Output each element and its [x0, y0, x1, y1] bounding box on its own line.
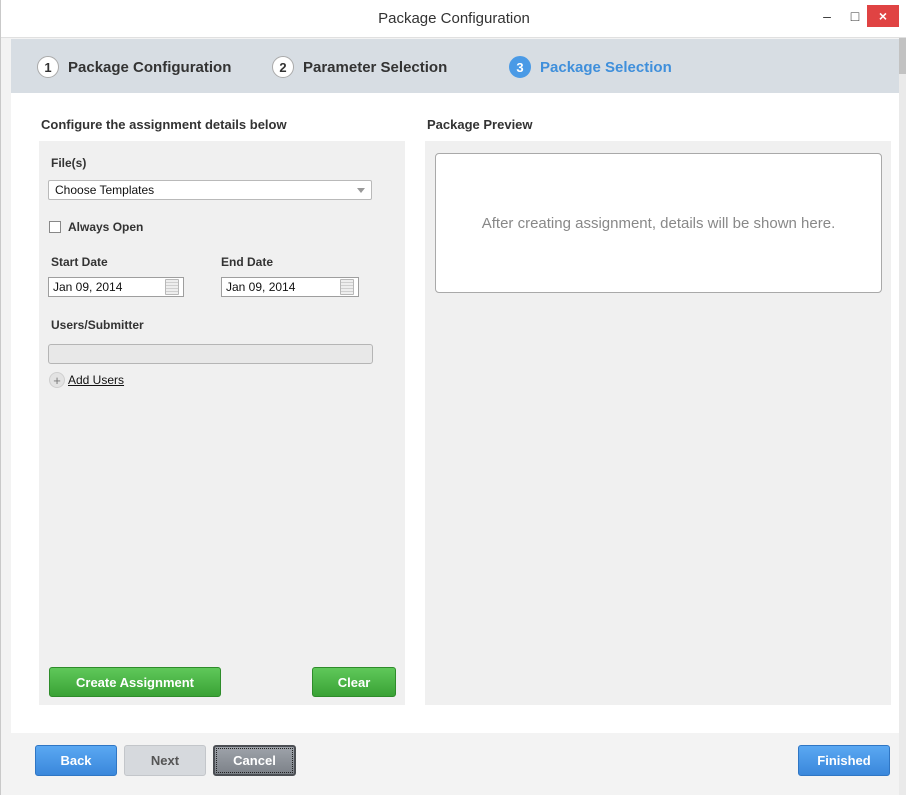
plus-icon: + [49, 372, 65, 388]
start-date-label: Start Date [51, 255, 108, 269]
next-button[interactable]: Next [124, 745, 206, 776]
clear-button[interactable]: Clear [312, 667, 396, 697]
finished-button[interactable]: Finished [798, 745, 890, 776]
step-package-selection[interactable]: 3 Package Selection [509, 56, 672, 78]
step-label: Package Configuration [68, 58, 232, 76]
files-label: File(s) [51, 156, 87, 170]
cancel-button[interactable]: Cancel [213, 745, 296, 776]
end-date-value: Jan 09, 2014 [226, 280, 296, 294]
window-title: Package Configuration [378, 10, 530, 27]
step-number: 2 [272, 56, 294, 78]
users-submitter-label: Users/Submitter [51, 318, 144, 332]
title-bar: Package Configuration – □ × [1, 0, 906, 38]
preview-section-title: Package Preview [427, 117, 533, 132]
step-package-configuration[interactable]: 1 Package Configuration [37, 56, 231, 78]
minimize-button[interactable]: – [815, 5, 839, 27]
package-preview-panel: After creating assignment, details will … [425, 141, 891, 705]
create-assignment-button[interactable]: Create Assignment [49, 667, 221, 697]
calendar-icon[interactable] [165, 279, 179, 295]
templates-dropdown-value: Choose Templates [55, 183, 155, 197]
wizard-steps: 1 Package Configuration 2 Parameter Sele… [11, 39, 899, 93]
end-date-field[interactable]: Jan 09, 2014 [221, 277, 359, 297]
step-label: Package Selection [540, 58, 672, 76]
step-label: Parameter Selection [303, 58, 448, 76]
preview-box: After creating assignment, details will … [435, 153, 882, 293]
add-users-link[interactable]: + Add Users [49, 372, 124, 388]
configure-section-title: Configure the assignment details below [41, 117, 287, 132]
add-users-label: Add Users [68, 373, 125, 387]
scrollbar-thumb[interactable] [899, 38, 906, 74]
step-parameter-selection[interactable]: 2 Parameter Selection [272, 56, 447, 78]
end-date-label: End Date [221, 255, 274, 269]
start-date-field[interactable]: Jan 09, 2014 [48, 277, 184, 297]
maximize-button[interactable]: □ [843, 5, 867, 27]
scrollbar-track[interactable] [899, 38, 906, 795]
assignment-form-panel: File(s) Choose Templates Always Open Sta… [39, 141, 405, 705]
users-list-field[interactable] [48, 344, 373, 364]
start-date-value: Jan 09, 2014 [53, 280, 123, 294]
close-button[interactable]: × [867, 5, 899, 27]
always-open-label: Always Open [68, 220, 144, 234]
dialog-window: Package Configuration – □ × 1 Package Co… [0, 0, 906, 795]
step-number: 3 [509, 56, 531, 78]
templates-dropdown[interactable]: Choose Templates [48, 180, 372, 200]
step-number: 1 [37, 56, 59, 78]
always-open-checkbox[interactable] [49, 221, 61, 233]
back-button[interactable]: Back [35, 745, 117, 776]
main-content: Configure the assignment details below P… [11, 93, 899, 733]
chevron-down-icon [357, 188, 365, 193]
footer-bar: Back Next Cancel Finished [11, 733, 899, 795]
calendar-icon[interactable] [340, 279, 354, 295]
preview-placeholder-text: After creating assignment, details will … [481, 214, 836, 232]
